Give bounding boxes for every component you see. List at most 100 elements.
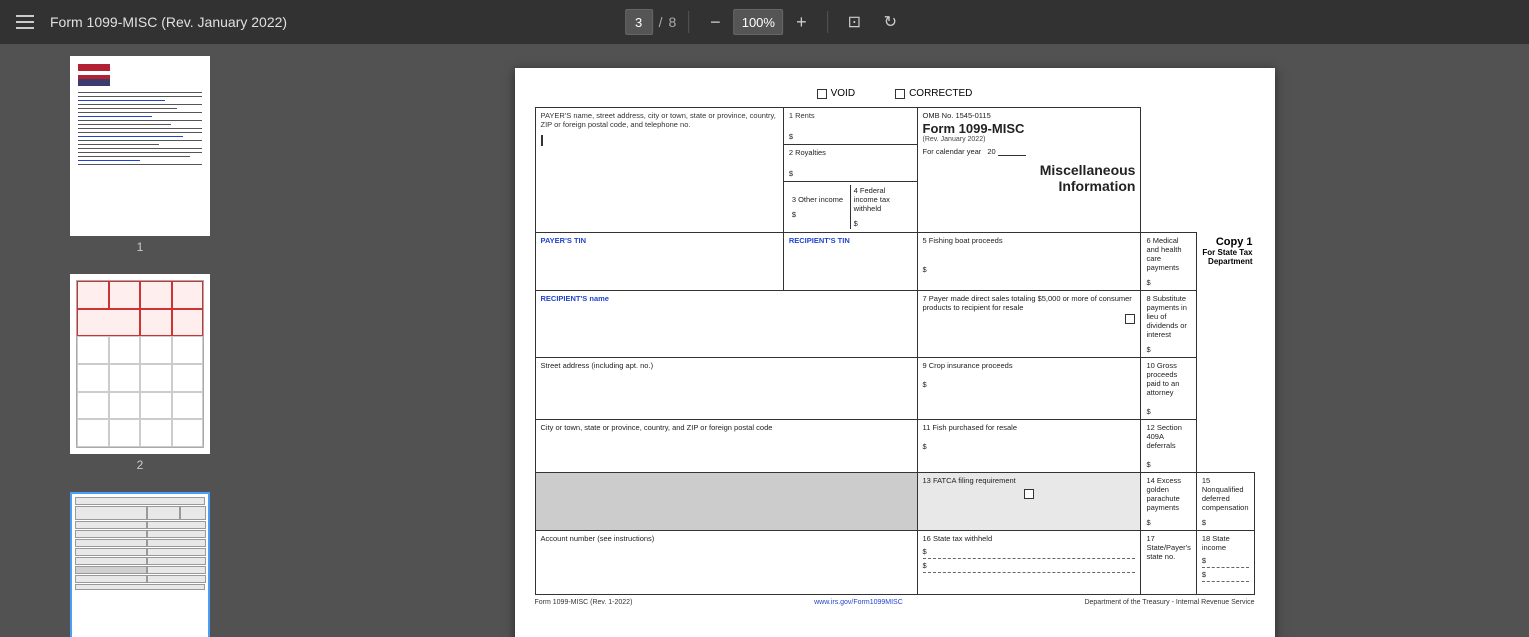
row-account-box161718: Account number (see instructions) 16 Sta… xyxy=(535,531,1254,595)
thumbnail-page-2[interactable]: 2 xyxy=(8,270,272,476)
box14-label: 14 Excess golden parachute payments xyxy=(1146,476,1190,512)
box11-label: 11 Fish purchased for resale xyxy=(923,423,1136,432)
void-corrected-row: VOID CORRECTED xyxy=(535,88,1255,99)
cal-year-text: For calendar year xyxy=(923,147,982,156)
footer-center: www.irs.gov/Form1099MISC xyxy=(814,599,903,606)
corrected-checkbox[interactable] xyxy=(895,89,905,99)
cursor xyxy=(541,135,543,146)
box9-value: $ xyxy=(923,380,1136,389)
cal-year-label: For calendar year 20 xyxy=(923,147,1136,156)
box4-inner-cell: 4 Federal income tax withheld $ xyxy=(850,185,911,229)
box13-checkbox-area xyxy=(923,489,1136,499)
payer-name-cell: PAYER'S name, street address, city or to… xyxy=(535,108,783,233)
box12-value: $ xyxy=(1146,460,1190,469)
misc-title: Miscellaneous xyxy=(923,162,1136,178)
corrected-label: CORRECTED xyxy=(909,88,972,99)
form-footer: Form 1099-MISC (Rev. 1-2022) www.irs.gov… xyxy=(535,597,1255,608)
street-label: Street address (including apt. no.) xyxy=(541,361,912,370)
recipient-tin-label: RECIPIENT'S TIN xyxy=(789,236,850,245)
box7-label: 7 Payer made direct sales totaling $5,00… xyxy=(923,294,1136,312)
box3-4-inner: 3 Other income $ 4 Federal income tax wi… xyxy=(789,185,912,229)
box14-value: $ xyxy=(1146,518,1190,527)
misc-sub: Information xyxy=(923,178,1136,194)
box8-label: 8 Substitute payments in lieu of dividen… xyxy=(1146,294,1190,339)
recipient-tin-cell: RECIPIENT'S TIN xyxy=(783,233,917,291)
thumbnail-page-3[interactable]: 3 xyxy=(8,488,272,637)
box18-cell: 18 State income $ $ xyxy=(1196,531,1254,595)
void-checkbox[interactable] xyxy=(817,89,827,99)
box6-label: 6 Medical and health care payments xyxy=(1146,236,1190,272)
footer-left: Form 1099-MISC (Rev. 1-2022) xyxy=(535,599,633,606)
zoom-level-input[interactable] xyxy=(733,9,783,35)
box1-label: 1 Rents xyxy=(789,111,912,120)
box16-value1: $ xyxy=(923,547,1136,559)
fit-page-button[interactable]: ⊡ xyxy=(840,8,868,36)
box16-value2: $ xyxy=(923,561,1136,573)
row-recipient-box78: RECIPIENT'S name 7 Payer made direct sal… xyxy=(535,291,1254,358)
omb-number: OMB No. 1545-0115 xyxy=(923,111,1136,120)
row-tin-box56: PAYER'S TIN RECIPIENT'S TIN 5 Fishing bo… xyxy=(535,233,1254,291)
box2-cell: 2 Royalties $ xyxy=(783,145,917,182)
copy-sub1: For State Tax xyxy=(1202,248,1252,257)
payer-tin-label: PAYER'S TIN xyxy=(541,236,587,245)
page-number-input[interactable] xyxy=(625,9,653,35)
void-checkbox-item[interactable]: VOID xyxy=(817,88,855,99)
cal-year-line xyxy=(998,155,1026,156)
sidebar: 1 xyxy=(0,44,280,637)
box11-cell: 11 Fish purchased for resale $ xyxy=(917,420,1141,473)
box15-label: 15 Nonqualified deferred compensation xyxy=(1202,476,1249,512)
rotate-button[interactable]: ↻ xyxy=(876,8,904,36)
box11-value: $ xyxy=(923,442,1136,451)
separator-2 xyxy=(827,11,828,33)
form-name-big: Form 1099-MISC xyxy=(923,121,1136,136)
box6-cell: 6 Medical and health care payments $ xyxy=(1141,233,1196,291)
recipient-name-label: RECIPIENT'S name xyxy=(541,294,912,303)
payer-cursor-area xyxy=(541,135,778,146)
copy-label-area: Copy 1 For State Tax Department xyxy=(1202,236,1252,266)
box13-checkbox[interactable] xyxy=(1024,489,1034,499)
zoom-in-button[interactable]: + xyxy=(787,9,815,35)
row-fatca-box1415: 13 FATCA filing requirement 14 Excess go… xyxy=(535,473,1254,531)
box16-label: 16 State tax withheld xyxy=(923,534,1136,543)
form-rev: (Rev. January 2022) xyxy=(923,136,1136,143)
box12-cell: 12 Section 409A deferrals $ xyxy=(1141,420,1196,473)
row-street-box910: Street address (including apt. no.) 9 Cr… xyxy=(535,358,1254,420)
page-1-number: 1 xyxy=(137,240,144,254)
box16-cell: 16 State tax withheld $ $ xyxy=(917,531,1141,595)
box1-value: $ xyxy=(789,132,912,141)
box5-value: $ xyxy=(923,265,1136,274)
pdf-viewer[interactable]: VOID CORRECTED PAYER'S name, street addr… xyxy=(280,44,1529,637)
box7-checkbox[interactable] xyxy=(1125,314,1135,324)
account-label: Account number (see instructions) xyxy=(541,534,912,543)
box9-cell: 9 Crop insurance proceeds $ xyxy=(917,358,1141,420)
box5-cell: 5 Fishing boat proceeds $ xyxy=(917,233,1141,291)
pdf-page: VOID CORRECTED PAYER'S name, street addr… xyxy=(515,68,1275,637)
recipient-name-cell: RECIPIENT'S name xyxy=(535,291,917,358)
shaded-cell xyxy=(535,473,917,531)
thumbnail-page-1[interactable]: 1 xyxy=(8,52,272,258)
void-label: VOID xyxy=(831,88,855,99)
page-separator: / xyxy=(659,14,663,30)
row-payer-box1-title: PAYER'S name, street address, city or to… xyxy=(535,108,1254,145)
box8-cell: 8 Substitute payments in lieu of dividen… xyxy=(1141,291,1196,358)
payer-tin-cell: PAYER'S TIN xyxy=(535,233,783,291)
cal-year-val: 20 xyxy=(987,147,995,156)
menu-icon[interactable] xyxy=(12,11,38,33)
box12-label: 12 Section 409A deferrals xyxy=(1146,423,1190,450)
copy-label: Copy 1 xyxy=(1202,236,1252,248)
corrected-checkbox-item[interactable]: CORRECTED xyxy=(895,88,972,99)
box13-cell: 13 FATCA filing requirement xyxy=(917,473,1141,531)
box1-cell: 1 Rents $ xyxy=(783,108,917,145)
content-area: 1 xyxy=(0,44,1529,637)
zoom-out-button[interactable]: − xyxy=(701,9,729,35)
box4-label: 4 Federal income tax withheld xyxy=(854,186,909,213)
box5-label: 5 Fishing boat proceeds xyxy=(923,236,1136,245)
box9-label: 9 Crop insurance proceeds xyxy=(923,361,1136,370)
copy-sub2: Department xyxy=(1202,257,1252,266)
box6-value: $ xyxy=(1146,278,1190,287)
box17-cell: 17 State/Payer's state no. xyxy=(1141,531,1196,595)
box3-label: 3 Other income xyxy=(792,195,847,204)
page-total: 8 xyxy=(669,14,677,30)
box15-cell: 15 Nonqualified deferred compensation $ xyxy=(1196,473,1254,531)
box17-label: 17 State/Payer's state no. xyxy=(1146,534,1190,561)
